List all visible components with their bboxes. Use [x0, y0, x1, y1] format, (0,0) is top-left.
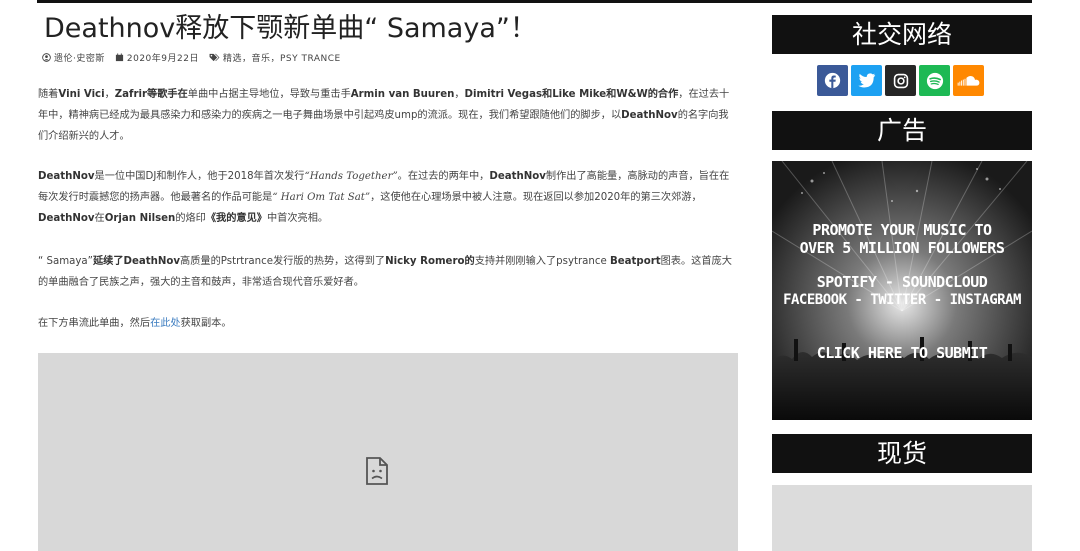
ad-widget-title: 广告: [772, 111, 1032, 150]
user-icon: [42, 53, 51, 62]
calendar-icon: [115, 53, 123, 62]
twitter-icon: [857, 73, 875, 88]
ad-line-3: SPOTIFY - SOUNDCLOUD: [816, 273, 988, 291]
spotify-icon: [926, 72, 943, 89]
post-tags[interactable]: 精选，音乐，PSY TRANCE: [223, 51, 341, 64]
post-author[interactable]: 遗伦·史密斯: [54, 51, 105, 64]
facebook-icon: [824, 72, 841, 89]
spotify-button[interactable]: [919, 65, 950, 96]
post-meta: 遗伦·史密斯 2020年9月22日 精选，音乐，PSY TRANCE: [42, 51, 341, 64]
ad-line-4: FACEBOOK - TWITTER - INSTAGRAM: [783, 292, 1021, 308]
twitter-button[interactable]: [851, 65, 882, 96]
ad-banner[interactable]: PROMOTE YOUR MUSIC TO OVER 5 MILLION FOL…: [772, 161, 1032, 420]
soundcloud-button[interactable]: [953, 65, 984, 96]
top-border: [37, 0, 1032, 3]
soundcloud-icon: [957, 76, 979, 86]
stock-widget-title: 现货: [772, 434, 1032, 473]
instagram-icon: [893, 73, 908, 88]
ad-line-1: PROMOTE YOUR MUSIC TO: [812, 221, 992, 239]
social-widget-title: 社交网络: [772, 15, 1032, 54]
sad-file-icon: [366, 457, 388, 485]
ad-line-2: OVER 5 MILLION FOLLOWERS: [799, 239, 1005, 257]
download-link[interactable]: 在此处: [150, 318, 181, 329]
stock-widget-placeholder: [772, 485, 1032, 551]
audio-embed-placeholder[interactable]: [38, 353, 738, 551]
tags-icon: [209, 53, 220, 62]
paragraph-2: DeathNov是一位中国DJ和制作人，他于2018年首次发行“Hands To…: [38, 171, 730, 224]
post-title: Deathnov释放下颚新单曲“ Samaya”！: [44, 13, 537, 44]
paragraph-1: 随着Vini Vici，Zafrir等歌手在单曲中占据主导地位，导致与重击手Ar…: [38, 89, 730, 142]
paragraph-3: “ Samaya”延续了DeathNov高质量的Pstrtrance发行版的热势…: [38, 256, 732, 288]
post-date: 2020年9月22日: [126, 54, 199, 64]
paragraph-4: 在下方串流此单曲，然后在此处获取副本。: [38, 318, 232, 329]
social-links: [817, 65, 984, 96]
facebook-button[interactable]: [817, 65, 848, 96]
instagram-button[interactable]: [885, 65, 916, 96]
ad-submit-cta[interactable]: CLICK HERE TO SUBMIT: [772, 344, 1032, 362]
